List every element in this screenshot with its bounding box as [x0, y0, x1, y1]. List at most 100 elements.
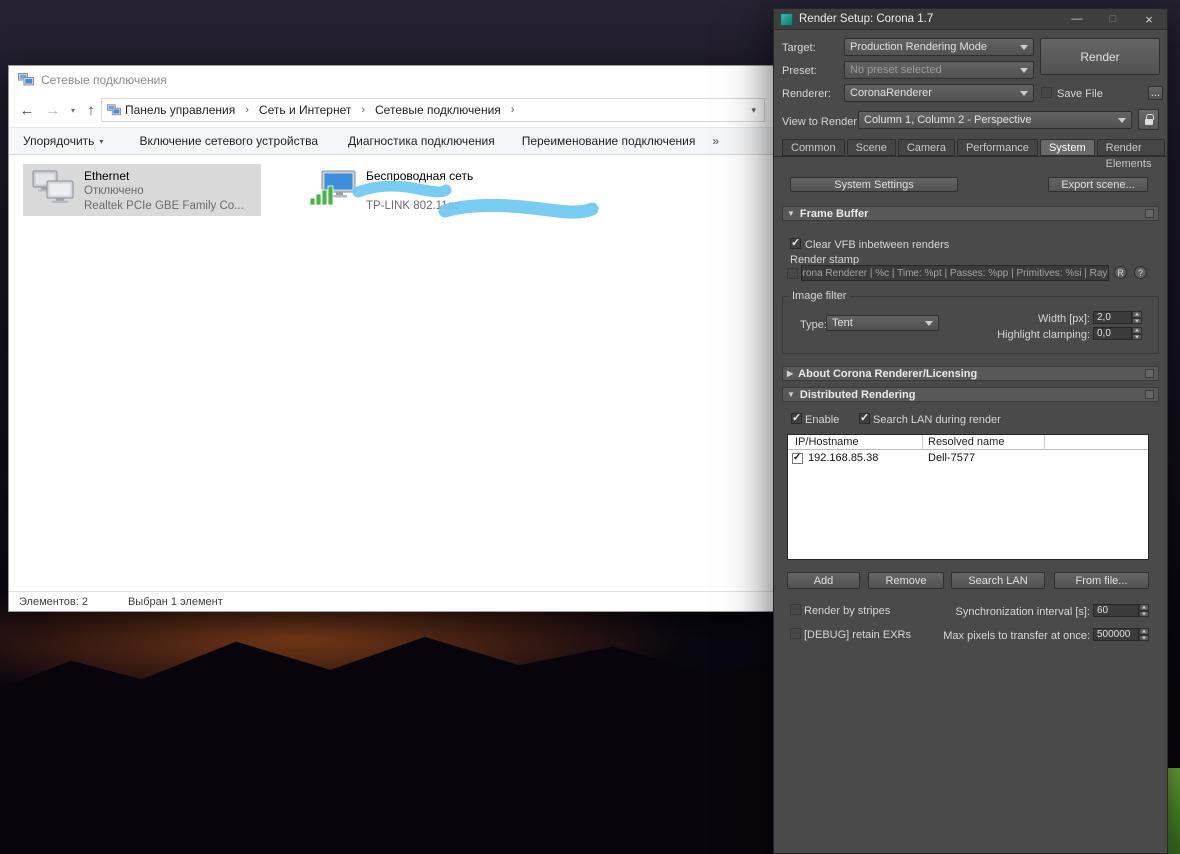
tab-camera[interactable]: Camera	[897, 139, 955, 156]
render-setup-dialog: Render Setup: Corona 1.7 — □ × Target: P…	[773, 8, 1168, 854]
rollout-pin[interactable]	[1145, 369, 1154, 378]
clear-vfb-label: Clear VFB inbetween renders	[805, 239, 950, 251]
organize-button[interactable]: Упорядочить ▾	[23, 134, 103, 148]
breadcrumb-network-connections[interactable]: Сетевые подключения	[375, 103, 501, 117]
ethernet-adapter-icon	[32, 170, 74, 203]
render-by-stripes-checkbox[interactable]	[790, 604, 801, 615]
network-connections-window: Сетевые подключения ← → ▾ ↑ Панель управ…	[8, 65, 774, 612]
connections-list[interactable]: Ethernet Отключено Realtek PCIe GBE Fami…	[9, 156, 773, 591]
breadcrumb-network-internet[interactable]: Сеть и Интернет	[259, 103, 351, 117]
diagnose-connection-button[interactable]: Диагностика подключения	[348, 134, 495, 148]
sync-interval-spinner[interactable]: 60	[1093, 604, 1139, 617]
column-resolved-name[interactable]: Resolved name	[928, 436, 1004, 448]
maximize-button[interactable]: □	[1095, 9, 1131, 30]
render-stamp-input[interactable]: Corona Renderer | %c | Time: %pt | Passe…	[801, 265, 1109, 281]
status-bar: Элементов: 2 Выбран 1 элемент	[9, 591, 773, 611]
rollout-pin[interactable]	[1145, 390, 1154, 399]
address-bar[interactable]: Панель управления › Сеть и Интернет › Се…	[101, 98, 765, 122]
stamp-reset-button[interactable]: R	[1114, 266, 1127, 279]
3dsmax-app-icon	[780, 12, 793, 26]
render-stamp-checkbox[interactable]	[787, 268, 798, 279]
target-dropdown[interactable]: Production Rendering Mode	[844, 38, 1034, 56]
breadcrumb-control-panel[interactable]: Панель управления	[125, 103, 235, 117]
debug-retain-exrs-label: [DEBUG] retain EXRs	[804, 629, 911, 641]
rollout-pin[interactable]	[1145, 209, 1154, 218]
sync-interval-spinner-arrows[interactable]	[1139, 604, 1149, 617]
max-pixels-spinner[interactable]: 500000	[1093, 628, 1139, 641]
renderer-dropdown[interactable]: CoronaRenderer	[844, 84, 1034, 102]
tab-common[interactable]: Common	[782, 139, 845, 156]
breadcrumb-separator-icon[interactable]: ›	[239, 104, 255, 116]
export-scene-button[interactable]: Export scene...	[1048, 177, 1148, 192]
filter-type-dropdown[interactable]: Tent	[826, 315, 939, 331]
render-button[interactable]: Render	[1040, 38, 1160, 75]
tab-panel-divider	[774, 156, 1167, 157]
enable-device-button[interactable]: Включение сетевого устройства	[139, 134, 318, 148]
column-divider[interactable]	[1044, 435, 1045, 450]
rollout-about-licensing[interactable]: ▶ About Corona Renderer/Licensing	[782, 366, 1159, 381]
wireless-adapter-icon	[309, 170, 356, 206]
dr-search-lan-button[interactable]: Search LAN	[951, 572, 1045, 589]
tab-system[interactable]: System	[1039, 139, 1095, 156]
dr-search-lan-render-label: Search LAN during render	[873, 414, 1001, 426]
highlight-clamping-spinner[interactable]: 0,0	[1093, 327, 1132, 340]
close-button[interactable]: ×	[1131, 9, 1167, 30]
connection-device: Realtek PCIe GBE Family Co...	[84, 200, 244, 212]
items-count: Элементов: 2	[19, 595, 88, 608]
breadcrumb-separator-icon[interactable]: ›	[355, 104, 371, 116]
navigation-bar: ← → ▾ ↑ Панель управления › Сеть и Интер…	[9, 93, 773, 127]
save-file-checkbox[interactable]	[1041, 87, 1052, 98]
rename-connection-button[interactable]: Переименование подключения	[522, 134, 696, 148]
minimize-button[interactable]: —	[1059, 9, 1095, 30]
save-file-browse-button[interactable]: ...	[1148, 86, 1163, 100]
filter-width-spinner-arrows[interactable]	[1132, 311, 1142, 324]
organize-caret-icon: ▾	[99, 136, 104, 146]
wallpaper-grass-edge	[1167, 768, 1180, 854]
forward-button[interactable]: →	[41, 98, 65, 122]
renderer-label: Renderer:	[782, 88, 831, 100]
rollout-frame-buffer[interactable]: ▼ Frame Buffer	[782, 206, 1159, 221]
dr-search-lan-render-checkbox[interactable]	[859, 411, 870, 424]
stamp-help-button[interactable]: ?	[1134, 266, 1147, 279]
save-file-label: Save File	[1057, 88, 1103, 100]
preset-label: Preset:	[782, 65, 817, 77]
view-to-render-dropdown[interactable]: Column 1, Column 2 - Perspective	[858, 111, 1132, 129]
rollout-distributed-rendering[interactable]: ▼ Distributed Rendering	[782, 387, 1159, 402]
highlight-clamping-spinner-arrows[interactable]	[1132, 327, 1142, 340]
dr-add-button[interactable]: Add	[787, 572, 860, 589]
desktop: Сетевые подключения ← → ▾ ↑ Панель управ…	[0, 0, 1180, 854]
tab-scene[interactable]: Scene	[846, 139, 896, 156]
breadcrumb-separator-icon[interactable]: ›	[505, 104, 521, 116]
column-divider[interactable]	[922, 435, 923, 450]
max-pixels-spinner-arrows[interactable]	[1139, 628, 1149, 641]
rollout-expanded-icon: ▼	[787, 209, 795, 218]
node-checkbox[interactable]	[792, 452, 803, 464]
dr-enable-checkbox[interactable]	[791, 411, 802, 424]
dr-nodes-table[interactable]: IP/Hostname Resolved name 192.168.85.38 …	[787, 434, 1149, 560]
viewport-lock-button[interactable]	[1138, 109, 1159, 130]
clear-vfb-checkbox[interactable]	[790, 236, 801, 249]
address-dropdown-icon[interactable]: ▾	[751, 105, 759, 116]
filter-type-label: Type:	[800, 319, 827, 331]
dr-remove-button[interactable]: Remove	[868, 572, 944, 589]
debug-retain-exrs-checkbox[interactable]	[790, 628, 801, 639]
dialog-titlebar[interactable]: Render Setup: Corona 1.7 — □ ×	[774, 9, 1167, 30]
column-ip-hostname[interactable]: IP/Hostname	[795, 436, 859, 448]
tab-performance[interactable]: Performance	[956, 139, 1038, 156]
table-row[interactable]: 192.168.85.38 Dell-7577	[788, 450, 1148, 467]
dr-from-file-button[interactable]: From file...	[1054, 572, 1149, 589]
rollout-expanded-icon: ▼	[787, 390, 795, 399]
history-dropdown-icon[interactable]: ▾	[67, 98, 79, 122]
list-item-ethernet[interactable]: Ethernet Отключено Realtek PCIe GBE Fami…	[23, 164, 261, 216]
preset-dropdown[interactable]: No preset selected	[844, 61, 1034, 79]
filter-width-spinner[interactable]: 2,0	[1093, 311, 1132, 324]
system-settings-button[interactable]: System Settings	[790, 177, 958, 192]
toolbar-overflow-button[interactable]: »	[712, 134, 719, 148]
rollout-collapsed-icon: ▶	[787, 369, 794, 378]
network-icon	[18, 73, 34, 86]
back-button[interactable]: ←	[15, 98, 39, 122]
up-button[interactable]: ↑	[79, 98, 103, 122]
tab-render-elements[interactable]: Render Elements	[1096, 139, 1165, 170]
window-titlebar[interactable]: Сетевые подключения	[9, 66, 773, 93]
censor-scribble	[438, 198, 599, 219]
